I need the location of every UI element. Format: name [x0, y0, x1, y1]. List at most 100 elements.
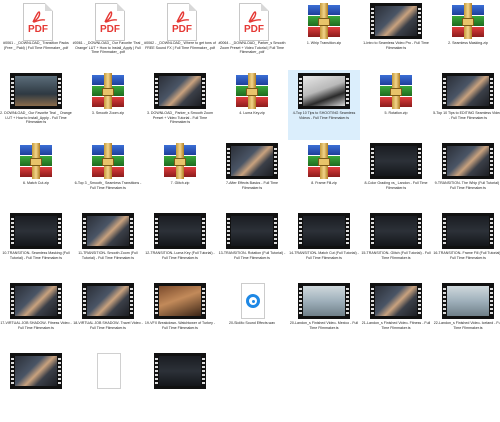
- file-item[interactable]: 22-Landon_s Finished Video- Iceland - Fu…: [432, 280, 500, 350]
- file-item[interactable]: 4-Top 10 Tips to SHOOTING Seamless Video…: [288, 70, 360, 140]
- file-item[interactable]: [144, 350, 216, 420]
- file-item[interactable]: 8. Frame Fill.zip: [288, 140, 360, 210]
- file-name: 4-Top 10 Tips to SHOOTING Seamless Video…: [292, 111, 356, 120]
- file-name: [144, 391, 216, 419]
- file-item[interactable]: 19-VFX Breakdown- Watchtower of Turkey -…: [144, 280, 216, 350]
- video-frame: [159, 216, 201, 246]
- file-item[interactable]: 6. Match Cut.zip: [0, 140, 72, 210]
- pdf-file-icon: PDF: [167, 3, 197, 41]
- file-item[interactable]: 10-TRANSITION- Seamless Masking (Full Tu…: [0, 210, 72, 280]
- file-thumbnail: [10, 73, 62, 109]
- file-item[interactable]: 18-VIRTUAL JOB SHADOW- Travel Video - Fu…: [72, 280, 144, 350]
- file-item[interactable]: 20-SloMo Sound Effects.wav: [216, 280, 288, 350]
- archive-icon: [154, 143, 206, 179]
- video-thumbnail: [370, 283, 422, 319]
- file-item[interactable]: 7. Glitch.zip: [144, 140, 216, 210]
- archive-icon: [10, 143, 62, 179]
- file-item[interactable]: 2. Seamless Masking.zip: [432, 0, 500, 70]
- file-item[interactable]: 12-TRANSITION- Luma Key (Full Tutorial) …: [144, 210, 216, 280]
- file-thumbnail: [154, 73, 206, 109]
- video-thumbnail: [370, 3, 422, 39]
- video-frame: [447, 146, 489, 176]
- video-thumbnail: [298, 73, 350, 109]
- file-item[interactable]: 13-TRANSITION- Rotation (Full Tutorial) …: [216, 210, 288, 280]
- archive-buckle: [318, 158, 330, 166]
- file-thumbnail: [442, 73, 494, 109]
- file-thumbnail: [442, 3, 494, 39]
- file-thumbnail: [298, 143, 350, 179]
- file-item[interactable]: 9-TRANSITION- The Whip (Full Tutorial) -…: [432, 140, 500, 210]
- video-thumbnail: [298, 283, 350, 319]
- file-name: 9-TRANSITION- The Whip (Full Tutorial) -…: [434, 181, 500, 190]
- file-item[interactable]: 7-After Effects Basics - Full Time Filmm…: [216, 140, 288, 210]
- film-sprocket: [11, 356, 14, 386]
- file-item[interactable]: 20-Landon_s Finished Video- Mexico - Ful…: [288, 280, 360, 350]
- file-item[interactable]: 3. Smooth Zoom.zip: [72, 70, 144, 140]
- audio-file-icon: [241, 283, 265, 319]
- file-thumbnail: [298, 3, 350, 39]
- file-thumbnail: [298, 213, 350, 249]
- film-sprocket: [443, 76, 446, 106]
- film-sprocket: [371, 286, 374, 316]
- pdf-text: PDF: [28, 24, 48, 35]
- film-sprocket: [11, 76, 14, 106]
- file-thumbnail: [298, 73, 350, 109]
- file-item[interactable]: PDF #0064 - _DOWNLOAD_ Parker_s Smooth Zo…: [216, 0, 288, 70]
- file-item[interactable]: 3. DOWNLOAD_ Parker_s Smooth Zoom Preset…: [144, 70, 216, 140]
- file-name: 10-TRANSITION- Seamless Masking (Full Tu…: [2, 251, 70, 260]
- video-thumbnail: [442, 283, 494, 319]
- file-item[interactable]: 8-Color Grading vs_ Landon - Full Time F…: [360, 140, 432, 210]
- file-item[interactable]: 17-VIRTUAL JOB SHADOW- Fitness Video - F…: [0, 280, 72, 350]
- film-sprocket: [443, 146, 446, 176]
- video-thumbnail: [154, 213, 206, 249]
- file-thumbnail: [370, 3, 422, 39]
- video-frame: [15, 76, 57, 106]
- file-item[interactable]: [72, 350, 144, 420]
- file-item[interactable]: 2. DOWNLOAD_ Our Favorite Teal _ Orange …: [0, 70, 72, 140]
- file-item[interactable]: 1-Intro to Seamless Video Pro - Full Tim…: [360, 0, 432, 70]
- film-sprocket: [443, 216, 446, 246]
- file-thumbnail: [370, 283, 422, 319]
- film-sprocket: [443, 286, 446, 316]
- file-item[interactable]: 5. Rotation.zip: [360, 70, 432, 140]
- archive-buckle: [102, 158, 114, 166]
- file-thumbnail: [442, 283, 494, 319]
- file-name: 21-Landon_s Finished Video- Fitness - Fu…: [361, 321, 431, 330]
- file-item[interactable]: 21-Landon_s Finished Video- Fitness - Fu…: [360, 280, 432, 350]
- file-item[interactable]: 15-TRANSITION- Glitch (Full Tutorial) - …: [360, 210, 432, 280]
- file-item[interactable]: PDF #0061 - _DOWNLOAD_ Our Favorite 'Teal…: [72, 0, 144, 70]
- archive-icon: [226, 73, 278, 109]
- file-name: #0062 - _DOWNLOAD_ Where to get tons of …: [144, 41, 216, 50]
- video-thumbnail: [442, 143, 494, 179]
- file-item[interactable]: [0, 350, 72, 420]
- file-item[interactable]: 1. Whip Transition.zip: [288, 0, 360, 70]
- video-frame: [159, 76, 201, 106]
- archive-icon: [370, 73, 422, 109]
- film-sprocket: [83, 286, 86, 316]
- film-sprocket: [202, 76, 205, 106]
- video-frame: [15, 356, 57, 386]
- file-item[interactable]: 16-TRANSITION- Frame Fill (Full Tutorial…: [432, 210, 500, 280]
- film-sprocket: [274, 146, 277, 176]
- archive-buckle: [102, 88, 114, 96]
- archive-icon: [82, 143, 134, 179]
- video-thumbnail: [226, 213, 278, 249]
- file-item[interactable]: 14-TRANSITION- Match Cut (Full Tutorial)…: [288, 210, 360, 280]
- file-thumbnail: [10, 143, 62, 179]
- file-name: 19-VFX Breakdown- Watchtower of Turkey -…: [144, 321, 216, 330]
- file-name: 1-Intro to Seamless Video Pro - Full Tim…: [363, 41, 429, 50]
- file-item[interactable]: PDF #0062 - _DOWNLOAD_ Where to get tons …: [144, 0, 216, 70]
- file-item[interactable]: 5-Top 10 Tips to EDITING Seamless Videos…: [432, 70, 500, 140]
- file-item[interactable]: 4. Luma Key.zip: [216, 70, 288, 140]
- video-thumbnail: [370, 213, 422, 249]
- video-frame: [375, 6, 417, 36]
- film-sprocket: [490, 216, 493, 246]
- file-thumbnail: [298, 283, 350, 319]
- film-sprocket: [371, 216, 374, 246]
- video-thumbnail: [10, 73, 62, 109]
- file-item[interactable]: PDF #0061 - _DOWNLOAD_ Transition Packs (…: [0, 0, 72, 70]
- file-thumbnail: [154, 213, 206, 249]
- file-item[interactable]: 6-Top 3 _Smooth_ Seamless Transitions - …: [72, 140, 144, 210]
- file-thumbnail: [82, 283, 134, 319]
- file-item[interactable]: 11-TRANSITION- Smooth Zoom (Full Tutoria…: [72, 210, 144, 280]
